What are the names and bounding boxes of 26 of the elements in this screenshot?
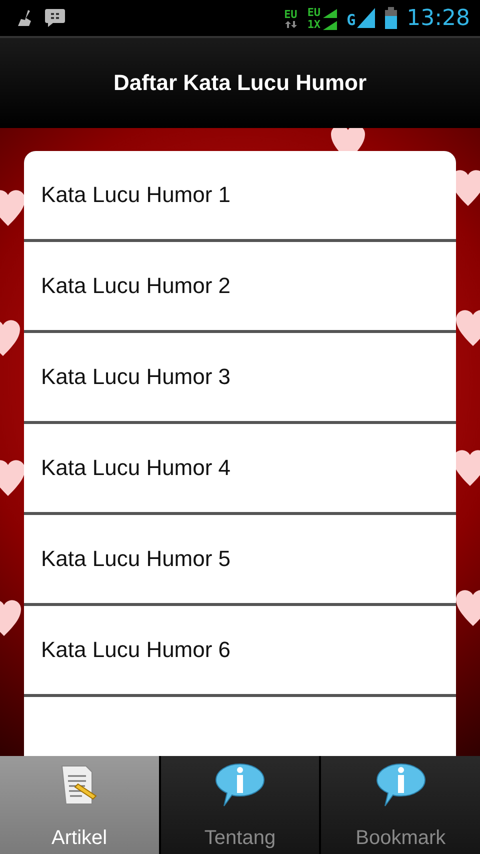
list-item[interactable]: Kata Lucu Humor 2: [24, 242, 456, 330]
tab[interactable]: Tentang: [160, 756, 320, 854]
tab[interactable]: Bookmark: [321, 756, 480, 854]
signal-icon: [322, 8, 337, 18]
heart-icon: [0, 458, 26, 498]
list-item[interactable]: Kata Lucu Humor 6: [24, 606, 456, 694]
info-speech-bubble-icon: [374, 762, 427, 808]
network-label: EU: [307, 6, 321, 18]
screen-title: Daftar Kata Lucu Humor: [113, 70, 367, 96]
signal-icon: [322, 20, 337, 30]
network-label: EU: [284, 8, 298, 20]
battery-icon: [384, 7, 397, 29]
chat-bubble-icon: [44, 8, 66, 28]
list-item[interactable]: Kata Lucu Humor 4: [24, 424, 456, 512]
tab[interactable]: Artikel: [0, 756, 159, 854]
list-item[interactable]: Kata Lucu Humor 1: [24, 151, 456, 239]
list-item[interactable]: Kata Lucu Humor 3: [24, 333, 456, 421]
data-arrows-icon: [284, 20, 297, 28]
clock-time: 13:28: [406, 6, 470, 30]
info-speech-bubble-icon: [214, 762, 266, 808]
broom-icon: [16, 9, 34, 27]
list-item[interactable]: Kata Lucu Humor 5: [24, 515, 456, 603]
heart-icon: [0, 188, 26, 228]
network-label: 1X: [307, 18, 321, 30]
signal-icon: [356, 8, 375, 28]
network-label: G: [346, 13, 356, 28]
